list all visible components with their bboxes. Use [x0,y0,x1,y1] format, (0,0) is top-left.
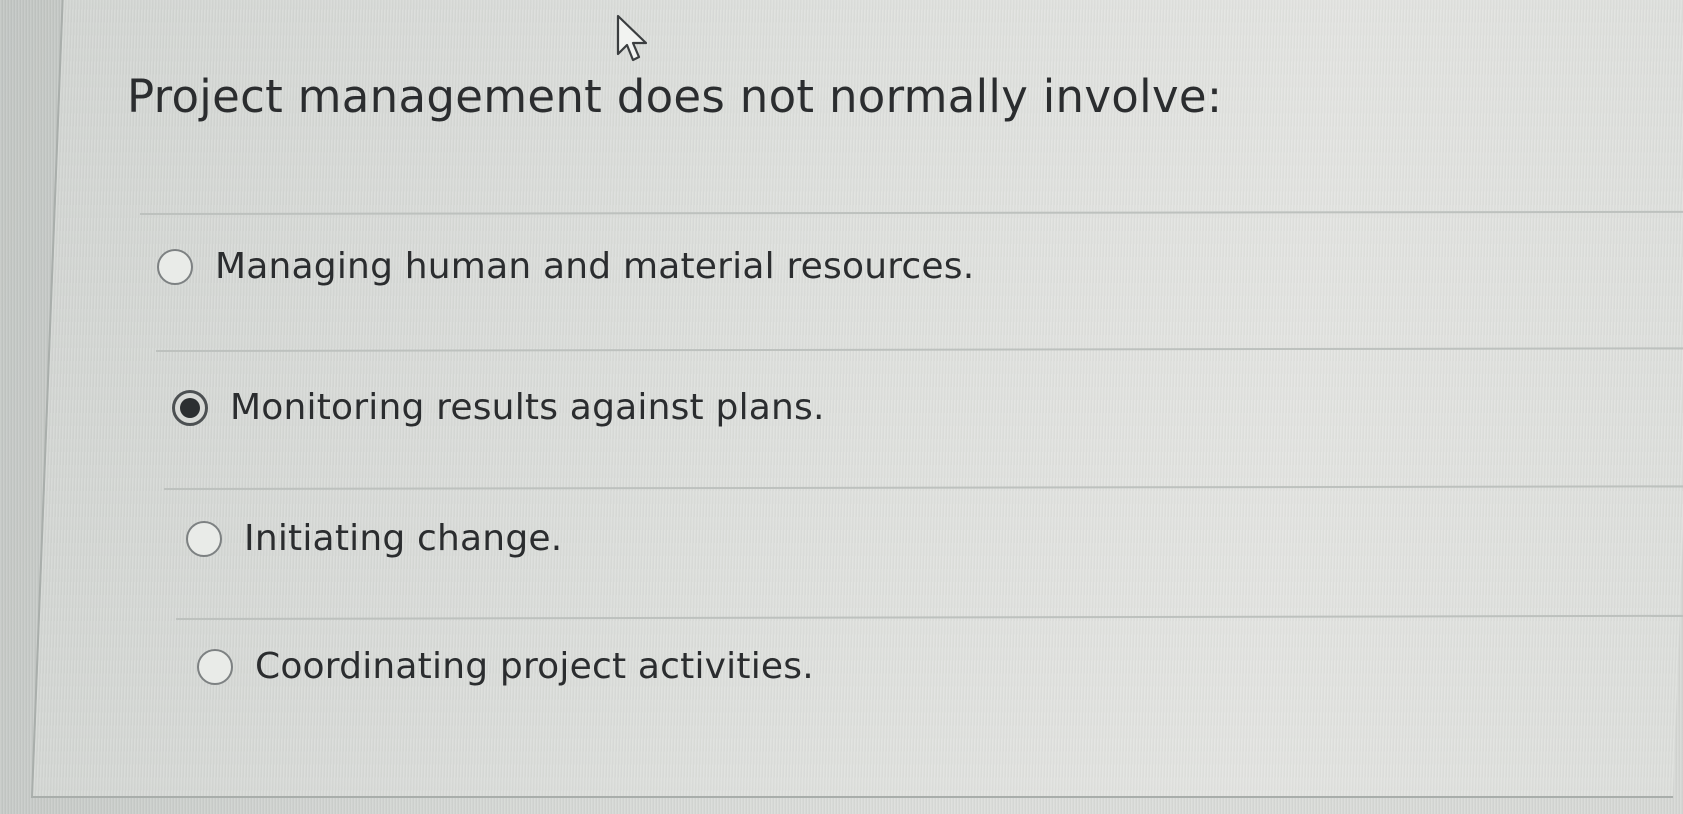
option-coordinating-activities[interactable]: Coordinating project activities. [197,646,814,687]
option-label: Monitoring results against plans. [230,387,825,428]
option-label: Initiating change. [244,518,563,559]
option-monitoring-results[interactable]: Monitoring results against plans. [172,387,825,428]
option-label: Managing human and material resources. [215,246,975,287]
option-initiating-change[interactable]: Initiating change. [186,518,562,559]
radio-unselected-icon[interactable] [157,248,193,285]
mouse-pointer-icon [616,14,648,62]
option-managing-resources[interactable]: Managing human and material resources. [157,246,974,287]
radio-unselected-icon[interactable] [186,520,222,557]
option-label: Coordinating project activities. [255,646,814,687]
radio-selected-icon[interactable] [172,389,208,426]
question-title: Project management does not normally inv… [127,70,1223,123]
radio-unselected-icon[interactable] [197,648,233,685]
